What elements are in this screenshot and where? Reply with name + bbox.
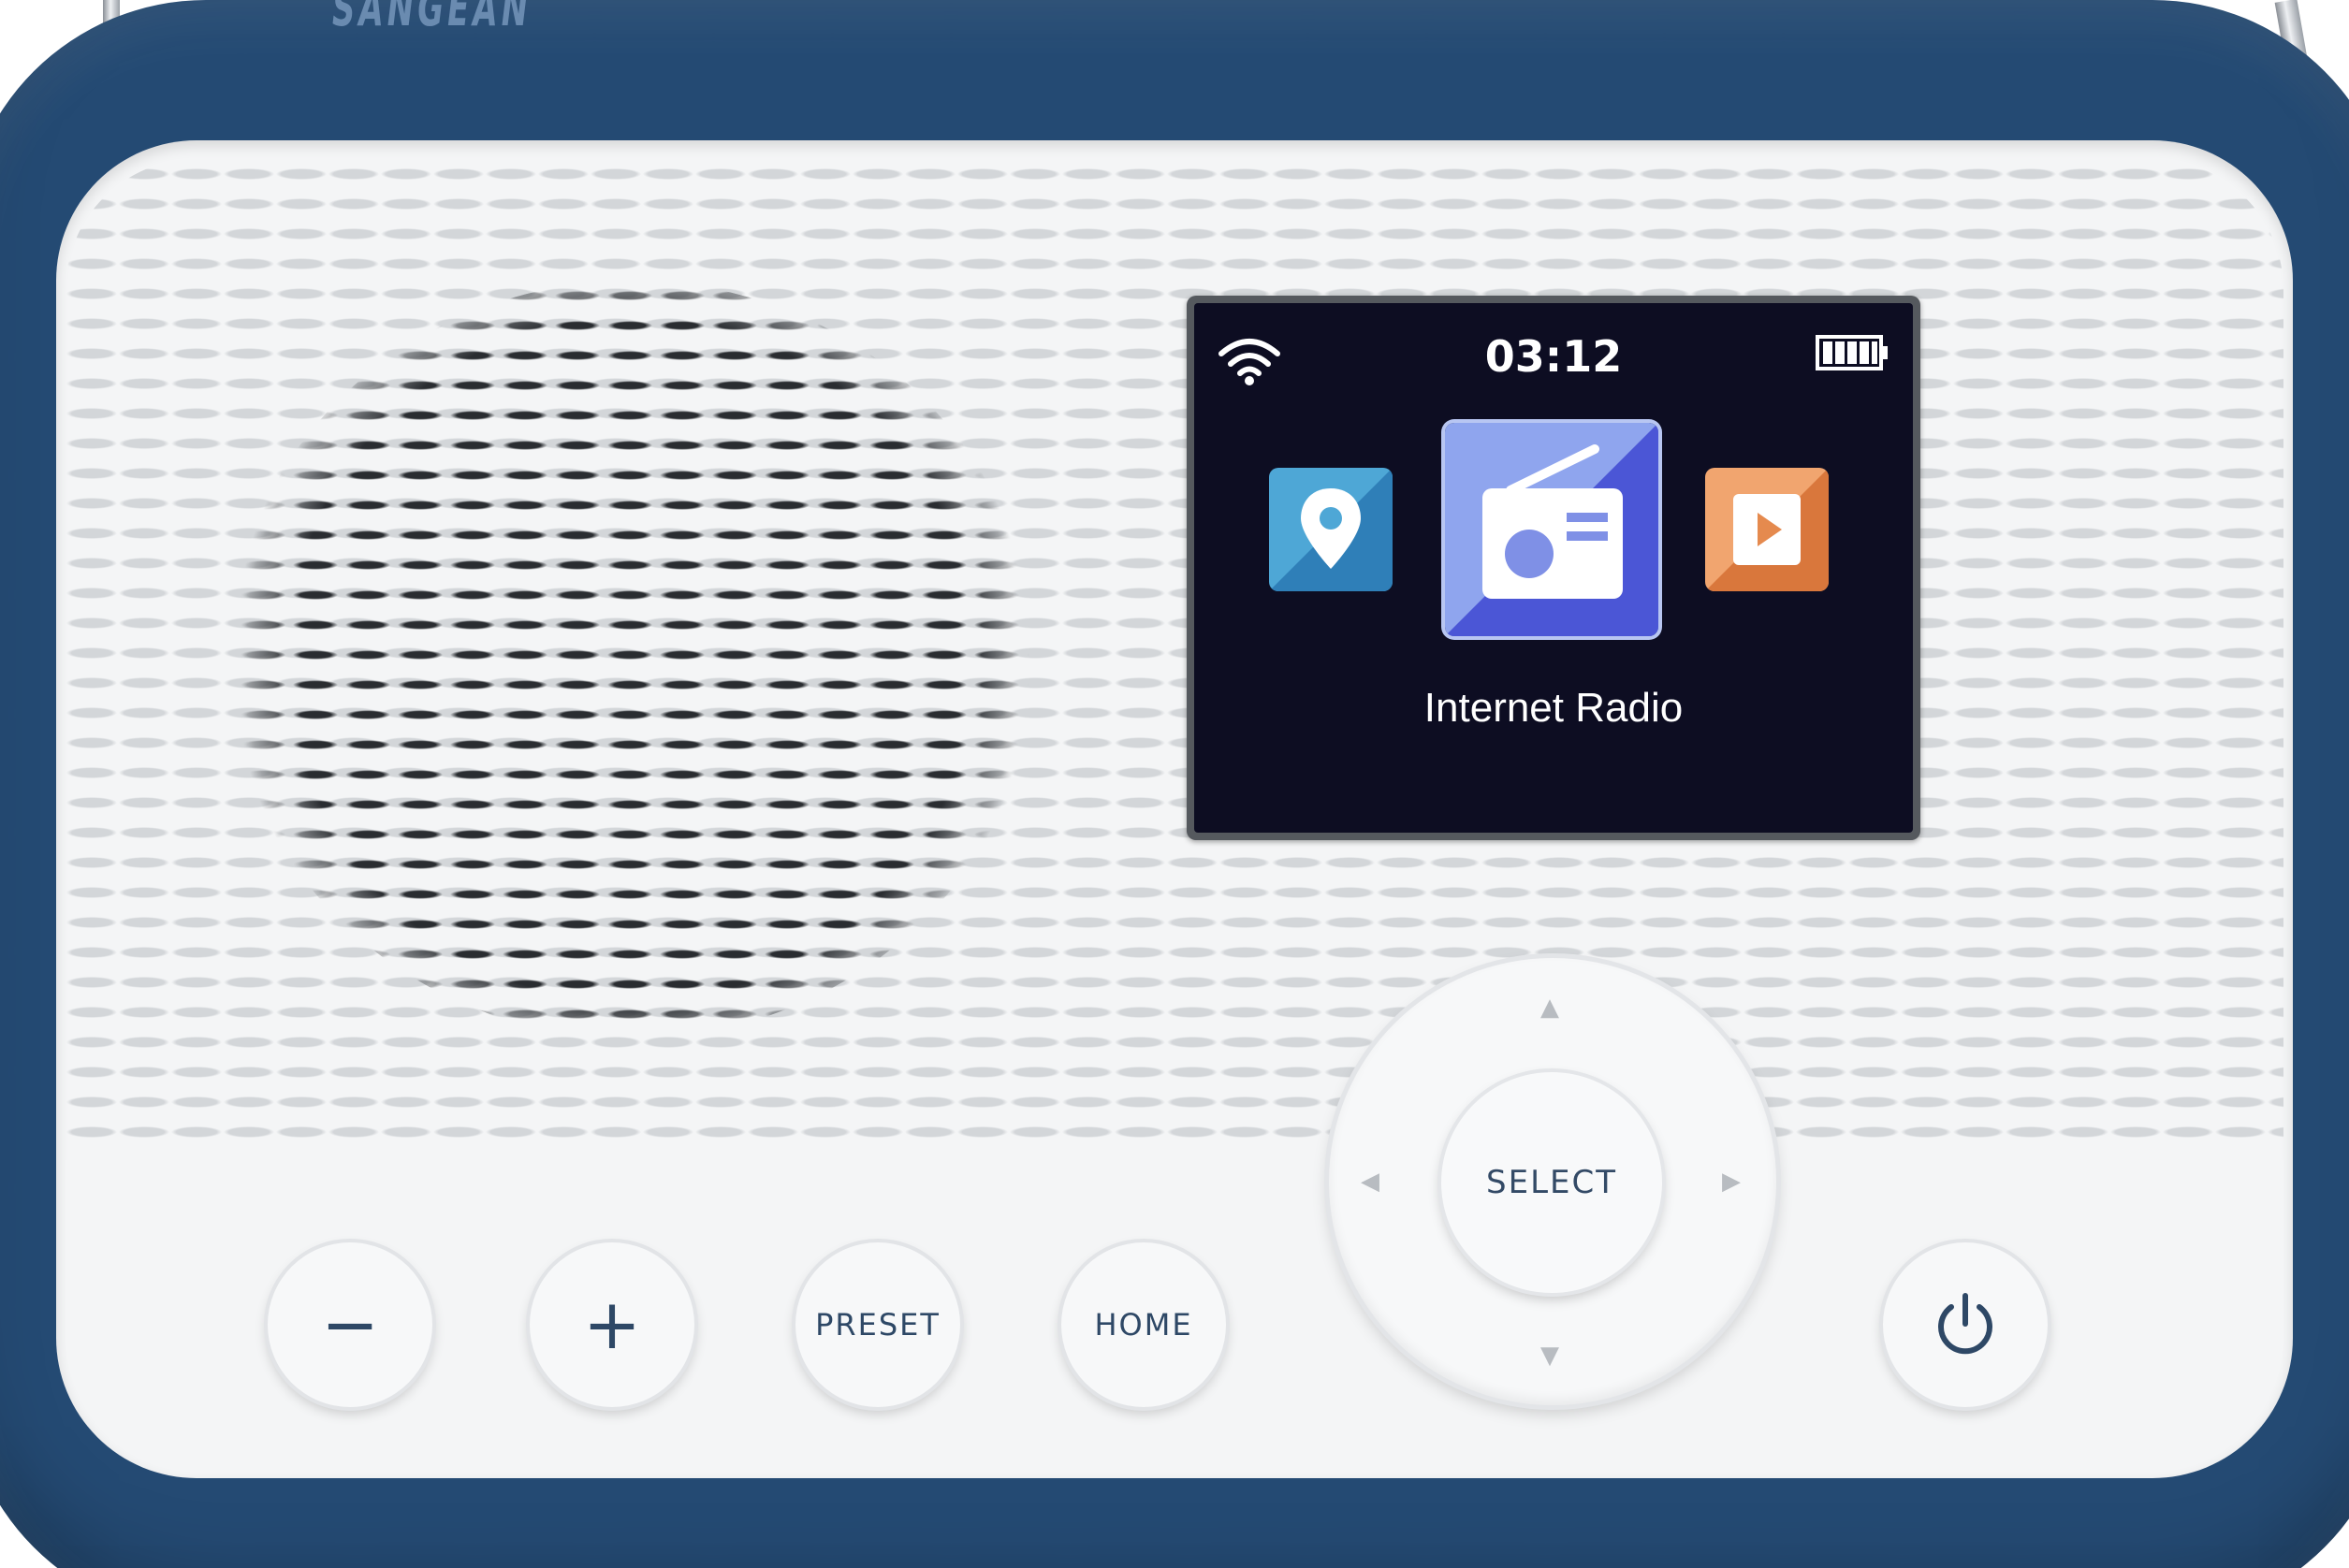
select-button[interactable]: SELECT xyxy=(1441,1072,1662,1293)
location-icon xyxy=(1269,468,1393,591)
minus-icon: − xyxy=(320,1285,379,1365)
selected-menu-label: Internet Radio xyxy=(1423,685,1684,731)
clock-time: 03:12 xyxy=(1484,331,1623,382)
left-arrow-icon[interactable]: ◀ xyxy=(1361,1169,1379,1194)
power-icon xyxy=(1938,1293,1992,1355)
power-button[interactable] xyxy=(1883,1242,2048,1407)
display-screen: 03:12 Internet Radio xyxy=(1194,303,1913,833)
volume-down-button[interactable]: − xyxy=(268,1242,432,1407)
speaker-cone-shadow xyxy=(229,281,1034,1038)
media-play-icon xyxy=(1705,468,1829,591)
home-button[interactable]: HOME xyxy=(1061,1242,1226,1407)
volume-up-button[interactable]: + xyxy=(530,1242,694,1407)
down-arrow-icon[interactable]: ▼ xyxy=(1540,1343,1559,1368)
plus-icon: + xyxy=(582,1285,641,1365)
up-arrow-icon[interactable]: ▲ xyxy=(1540,995,1559,1020)
brand-logo: SANGEAN xyxy=(332,0,533,39)
battery-icon xyxy=(1816,335,1888,370)
preset-button[interactable]: PRESET xyxy=(795,1242,960,1407)
home-label: HOME xyxy=(1094,1307,1193,1343)
right-arrow-icon[interactable]: ▶ xyxy=(1722,1169,1741,1194)
radio-icon xyxy=(1445,423,1658,636)
preset-label: PRESET xyxy=(815,1307,941,1343)
radio-photo: SANGEAN 03:12 Internet Radio ▲ ▼ ◀ ▶ SEL… xyxy=(0,0,2349,1568)
